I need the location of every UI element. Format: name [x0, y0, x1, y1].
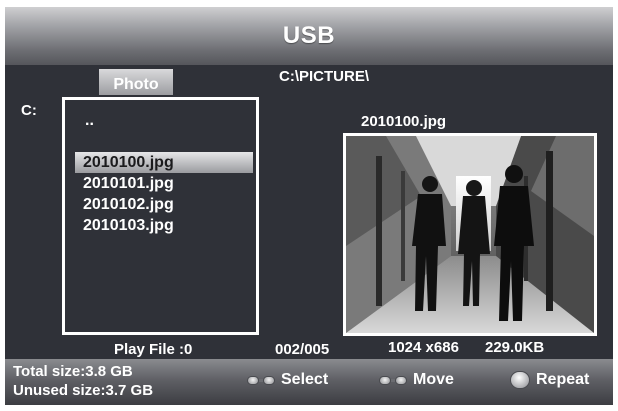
photo-preview — [343, 133, 597, 336]
file-list: 2010100.jpg 2010101.jpg 2010102.jpg 2010… — [75, 152, 253, 236]
play-file-count: Play File :0 — [114, 341, 193, 358]
page-title: USB — [282, 22, 336, 49]
media-browser-screen: USB Photo C:\PICTURE\ C: .. 2010100.jpg … — [5, 7, 613, 405]
tab-photo[interactable]: Photo — [99, 69, 173, 95]
repeat-hint-label: Repeat — [536, 371, 590, 388]
current-path: C:\PICTURE\ — [279, 68, 369, 85]
drive-label: C: — [21, 102, 37, 119]
left-right-buttons-icon — [247, 375, 275, 385]
move-hint-label: Move — [413, 371, 454, 388]
up-down-buttons-icon — [379, 375, 407, 385]
parent-folder-item[interactable]: .. — [85, 112, 94, 130]
file-item-selected[interactable]: 2010100.jpg — [75, 152, 253, 173]
file-item[interactable]: 2010101.jpg — [75, 173, 253, 194]
select-hint-label: Select — [281, 371, 329, 388]
total-size: Total size:3.8 GB — [13, 363, 133, 380]
title-bar: USB — [5, 7, 613, 65]
file-counter: 002/005 — [275, 341, 330, 358]
preview-filename: 2010100.jpg — [361, 113, 447, 130]
image-file-size: 229.0KB — [485, 339, 545, 356]
photo-thumbnail-image — [346, 136, 594, 333]
unused-size: Unused size:3.7 GB — [13, 382, 154, 399]
file-item[interactable]: 2010102.jpg — [75, 194, 253, 215]
status-bar: Total size:3.8 GB Unused size:3.7 GB Sel… — [5, 359, 613, 405]
repeat-button-icon — [510, 371, 530, 389]
repeat-hint: Repeat — [510, 371, 589, 389]
image-dimensions: 1024 x686 — [388, 339, 459, 356]
file-list-panel: .. 2010100.jpg 2010101.jpg 2010102.jpg 2… — [62, 97, 259, 335]
select-hint: Select — [247, 371, 328, 389]
move-hint: Move — [379, 371, 454, 389]
file-item[interactable]: 2010103.jpg — [75, 215, 253, 236]
